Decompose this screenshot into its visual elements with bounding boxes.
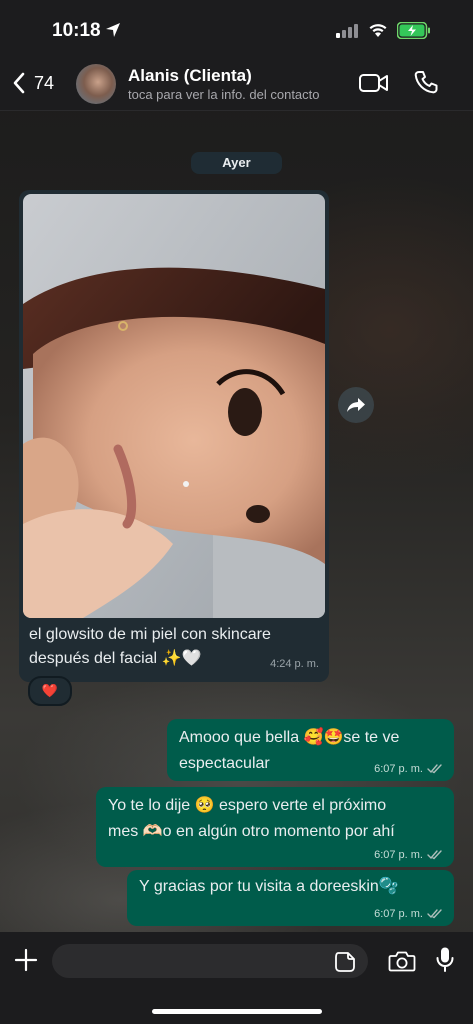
forward-arrow-icon bbox=[347, 398, 365, 412]
message-text-line-2: espectacular bbox=[179, 755, 270, 772]
message-meta: 6:07 p. m. bbox=[374, 763, 444, 775]
message-meta: 6:07 p. m. bbox=[374, 908, 444, 920]
status-bar: 10:18 bbox=[0, 0, 473, 62]
message-meta: 6:07 p. m. bbox=[374, 849, 444, 861]
message-text: Yo te lo dije 🥺 espero verte el próximo … bbox=[108, 793, 395, 845]
outgoing-message[interactable]: Yo te lo dije 🥺 espero verte el próximo … bbox=[96, 787, 454, 867]
message-text-line-1: Y gracias por tu visita a doreeskin🫧 bbox=[139, 878, 399, 895]
forward-button[interactable] bbox=[338, 387, 374, 423]
video-call-icon[interactable] bbox=[358, 71, 390, 95]
chat-header: 74 Alanis (Clienta) toca para ver la inf… bbox=[0, 58, 473, 111]
home-indicator[interactable] bbox=[152, 1009, 322, 1014]
message-text: Y gracias por tu visita a doreeskin🫧 bbox=[139, 874, 399, 900]
double-check-icon bbox=[427, 909, 442, 919]
double-check-icon bbox=[427, 764, 442, 774]
status-time: 10:18 bbox=[52, 20, 101, 41]
incoming-text-line-1: el glowsito de mi piel con skincare bbox=[29, 626, 271, 643]
message-timestamp: 6:07 p. m. bbox=[374, 763, 423, 775]
double-check-icon bbox=[427, 850, 442, 860]
cellular-signal-icon bbox=[336, 24, 358, 38]
outgoing-message[interactable]: Y gracias por tu visita a doreeskin🫧 6:0… bbox=[127, 870, 454, 926]
message-timestamp: 6:07 p. m. bbox=[374, 908, 423, 920]
unread-count: 74 bbox=[34, 72, 55, 93]
message-photo[interactable] bbox=[23, 194, 325, 618]
incoming-image-message[interactable]: el glowsito de mi piel con skincare desp… bbox=[19, 190, 329, 682]
chevron-left-icon bbox=[13, 72, 25, 94]
heart-reaction[interactable]: ❤️ bbox=[28, 676, 72, 706]
date-separator: Ayer bbox=[191, 152, 282, 174]
microphone-icon[interactable] bbox=[435, 946, 455, 974]
outgoing-message[interactable]: Amooo que bella 🥰🤩se te ve espectacular … bbox=[167, 719, 454, 781]
phone-call-icon[interactable] bbox=[413, 69, 439, 95]
message-text-line-1: Yo te lo dije 🥺 espero verte el próximo bbox=[108, 797, 387, 814]
message-timestamp: 6:07 p. m. bbox=[374, 849, 423, 861]
message-text: Amooo que bella 🥰🤩se te ve espectacular bbox=[179, 725, 399, 777]
camera-icon[interactable] bbox=[388, 949, 416, 973]
message-input[interactable] bbox=[52, 944, 368, 978]
incoming-timestamp: 4:24 p. m. bbox=[270, 658, 319, 670]
battery-charging-icon bbox=[397, 22, 430, 39]
back-button[interactable]: 74 bbox=[12, 68, 54, 98]
message-text-line-2: mes 🫶🏻o en algún otro momento por ahí bbox=[108, 823, 395, 840]
contact-info-hint[interactable]: toca para ver la info. del contacto bbox=[128, 87, 320, 102]
location-arrow-icon bbox=[106, 23, 120, 37]
contact-name[interactable]: Alanis (Clienta) bbox=[128, 66, 252, 86]
reaction-emoji: ❤️ bbox=[41, 683, 59, 698]
plus-icon[interactable] bbox=[14, 948, 38, 972]
message-text-line-1: Amooo que bella 🥰🤩se te ve bbox=[179, 729, 400, 746]
message-composer bbox=[0, 932, 473, 1024]
contact-avatar[interactable] bbox=[76, 64, 116, 104]
wifi-icon bbox=[369, 24, 387, 37]
sticker-icon[interactable] bbox=[334, 951, 356, 973]
